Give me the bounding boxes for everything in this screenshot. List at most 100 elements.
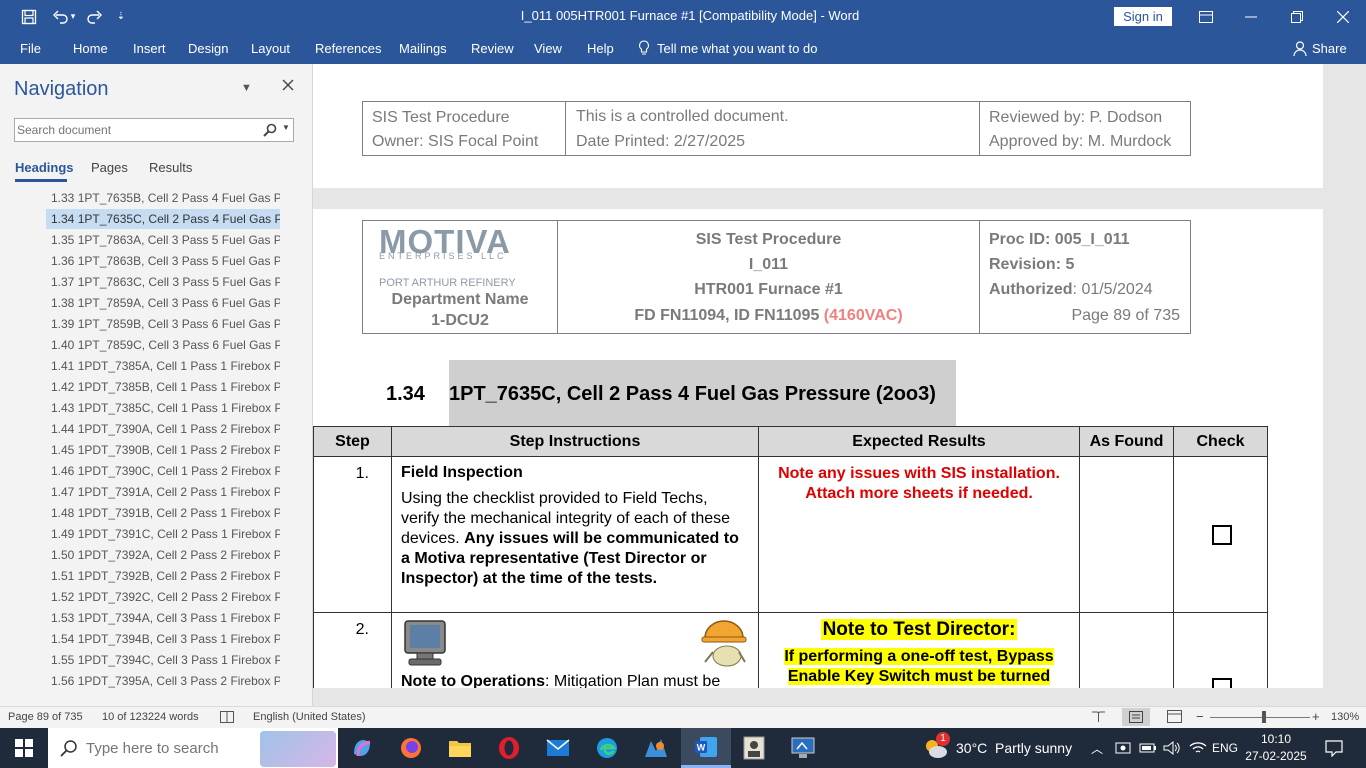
proofing-icon[interactable] bbox=[220, 711, 234, 726]
heading-item[interactable]: 1.35 1PT_7863A, Cell 3 Pass 5 Fuel Gas P… bbox=[46, 230, 280, 250]
search-input[interactable] bbox=[17, 121, 257, 139]
heading-item[interactable]: 1.38 1PT_7859A, Cell 3 Pass 6 Fuel Gas P… bbox=[46, 293, 280, 313]
heading-item[interactable]: 1.55 1PDT_7394C, Cell 3 Pass 1 Firebox P… bbox=[46, 650, 280, 670]
ribbon-display-icon[interactable] bbox=[1184, 0, 1228, 33]
tell-me-box[interactable]: Tell me what you want to do bbox=[657, 33, 817, 64]
search-icon[interactable] bbox=[263, 123, 277, 142]
web-layout-icon[interactable] bbox=[1167, 710, 1182, 726]
clock-date[interactable]: 27-02-2025 bbox=[1240, 749, 1312, 763]
tab-headings[interactable]: Headings bbox=[15, 160, 74, 175]
close-button[interactable] bbox=[1320, 0, 1366, 33]
heading-item[interactable]: 1.42 1PDT_7385B, Cell 1 Pass 1 Firebox P… bbox=[46, 377, 280, 397]
status-words[interactable]: 10 of 123224 words bbox=[102, 711, 199, 723]
heading-item[interactable]: 1.50 1PDT_7392A, Cell 2 Pass 2 Firebox P… bbox=[46, 545, 280, 565]
opera-icon[interactable] bbox=[485, 728, 533, 768]
heading-item[interactable]: 1.49 1PDT_7391C, Cell 2 Pass 1 Firebox P… bbox=[46, 524, 280, 544]
redo-icon[interactable] bbox=[80, 0, 108, 33]
heading-item[interactable]: 1.51 1PDT_7392B, Cell 2 Pass 2 Firebox P… bbox=[46, 566, 280, 586]
mail-icon[interactable] bbox=[534, 728, 582, 768]
search-dropdown-icon[interactable]: ▼ bbox=[282, 123, 290, 132]
heading-item[interactable]: 1.52 1PDT_7392C, Cell 2 Pass 2 Firebox P… bbox=[46, 587, 280, 607]
word-taskbar-icon[interactable]: W bbox=[681, 728, 731, 768]
row1-as-found-cell[interactable] bbox=[1079, 456, 1174, 613]
row1-checkbox[interactable] bbox=[1212, 525, 1232, 545]
tab-view[interactable]: View bbox=[534, 33, 562, 64]
heading-item[interactable]: 1.46 1PDT_7390C, Cell 1 Pass 2 Firebox P… bbox=[46, 461, 280, 481]
heading-item[interactable]: 1.33 1PT_7635B, Cell 2 Pass 4 Fuel Gas P… bbox=[46, 188, 280, 208]
tab-layout[interactable]: Layout bbox=[251, 33, 290, 64]
tray-app-icon[interactable] bbox=[1115, 740, 1131, 761]
status-page[interactable]: Page 89 of 735 bbox=[8, 711, 83, 723]
pane-options-icon[interactable]: ▼ bbox=[241, 82, 252, 94]
document-canvas: SIS Test Procedure Owner: SIS Focal Poin… bbox=[313, 64, 1366, 688]
wifi-icon[interactable] bbox=[1189, 740, 1207, 761]
remote-desktop-icon[interactable] bbox=[779, 728, 827, 768]
heading-item[interactable]: 1.47 1PDT_7391A, Cell 2 Pass 1 Firebox P… bbox=[46, 482, 280, 502]
tab-design[interactable]: Design bbox=[188, 33, 228, 64]
heading-item[interactable]: 1.37 1PT_7863C, Cell 3 Pass 5 Fuel Gas P… bbox=[46, 272, 280, 292]
header-proc-cell: Proc ID: 005_I_011 Revision: 5 Authorize… bbox=[979, 220, 1191, 334]
file-explorer-icon[interactable] bbox=[436, 728, 484, 768]
zoom-slider-thumb[interactable] bbox=[1261, 711, 1266, 723]
notifications-icon[interactable] bbox=[1325, 739, 1343, 762]
tab-insert[interactable]: Insert bbox=[133, 33, 166, 64]
horizontal-scrollbar[interactable] bbox=[313, 688, 1366, 706]
volume-icon[interactable] bbox=[1163, 740, 1181, 761]
heading-item[interactable]: 1.48 1PDT_7391B, Cell 2 Pass 1 Firebox P… bbox=[46, 503, 280, 523]
app-icon[interactable] bbox=[632, 728, 680, 768]
heading-item[interactable]: 1.43 1PDT_7385C, Cell 1 Pass 1 Firebox P… bbox=[46, 398, 280, 418]
heading-item[interactable]: 1.39 1PT_7859B, Cell 3 Pass 6 Fuel Gas P… bbox=[46, 314, 280, 334]
heading-item[interactable]: 1.56 1PDT_7395A, Cell 3 Pass 2 Firebox P… bbox=[46, 671, 280, 691]
heading-item[interactable]: 1.41 1PDT_7385A, Cell 1 Pass 1 Firebox P… bbox=[46, 356, 280, 376]
edge-icon[interactable] bbox=[583, 728, 631, 768]
tab-references[interactable]: References bbox=[315, 33, 381, 64]
customize-toolbar-icon[interactable]: ⇣ bbox=[112, 0, 130, 33]
section-title[interactable]: 1PT_7635C, Cell 2 Pass 4 Fuel Gas Pressu… bbox=[449, 383, 936, 406]
heading-item[interactable]: 1.45 1PDT_7390B, Cell 1 Pass 2 Firebox P… bbox=[46, 440, 280, 460]
sign-in-button[interactable]: Sign in bbox=[1114, 7, 1172, 26]
taskbar-search[interactable] bbox=[48, 728, 338, 768]
save-icon[interactable] bbox=[14, 0, 44, 33]
tab-home[interactable]: Home bbox=[73, 33, 108, 64]
tab-review[interactable]: Review bbox=[471, 33, 514, 64]
battery-icon[interactable] bbox=[1139, 740, 1157, 761]
zoom-out-button[interactable]: − bbox=[1196, 709, 1204, 724]
tab-file[interactable]: File bbox=[20, 33, 41, 64]
input-language[interactable]: ENG bbox=[1212, 741, 1238, 755]
windows-start-icon[interactable] bbox=[0, 728, 48, 768]
heading-item[interactable]: 1.44 1PDT_7390A, Cell 1 Pass 2 Firebox P… bbox=[46, 419, 280, 439]
minimize-button[interactable] bbox=[1228, 0, 1274, 33]
vertical-scrollbar[interactable] bbox=[1352, 64, 1366, 688]
heading-item[interactable]: 1.54 1PDT_7394B, Cell 3 Pass 1 Firebox P… bbox=[46, 629, 280, 649]
chevron-up-icon[interactable]: ︿ bbox=[1091, 740, 1103, 757]
document-viewer-icon[interactable] bbox=[730, 728, 778, 768]
tab-pages[interactable]: Pages bbox=[91, 160, 128, 175]
tab-help[interactable]: Help bbox=[587, 33, 614, 64]
svg-text:W: W bbox=[697, 742, 706, 752]
heading-item[interactable]: 1.36 1PT_7863B, Cell 3 Pass 5 Fuel Gas P… bbox=[46, 251, 280, 271]
weather-text[interactable]: 30°C Partly sunny bbox=[956, 740, 1072, 756]
tab-mailings[interactable]: Mailings bbox=[399, 33, 447, 64]
zoom-in-button[interactable]: + bbox=[1312, 709, 1320, 724]
row1-step-number: 1. bbox=[355, 465, 369, 482]
close-icon[interactable] bbox=[282, 78, 294, 96]
zoom-level[interactable]: 130% bbox=[1331, 711, 1359, 723]
heading-item[interactable]: 1.34 1PT_7635C, Cell 2 Pass 4 Fuel Gas P… bbox=[46, 209, 280, 229]
heading-item[interactable]: 1.53 1PDT_7394A, Cell 3 Pass 1 Firebox P… bbox=[46, 608, 280, 628]
row2-checkbox[interactable] bbox=[1212, 678, 1232, 688]
tab-results[interactable]: Results bbox=[149, 160, 192, 175]
restore-button[interactable] bbox=[1274, 0, 1320, 33]
share-button[interactable]: Share bbox=[1312, 33, 1347, 64]
heading-item[interactable]: 1.40 1PT_7859C, Cell 3 Pass 6 Fuel Gas P… bbox=[46, 335, 280, 355]
undo-dropdown-icon[interactable]: ▾ bbox=[68, 0, 78, 33]
clock-time[interactable]: 10:10 bbox=[1246, 732, 1306, 746]
firefox-icon[interactable] bbox=[387, 728, 435, 768]
ribbon-tabs: File Home Insert Design Layout Reference… bbox=[0, 33, 1366, 64]
status-language[interactable]: English (United States) bbox=[253, 711, 366, 723]
copilot-icon[interactable] bbox=[338, 728, 386, 768]
zoom-slider-track[interactable] bbox=[1210, 717, 1310, 718]
print-layout-icon[interactable] bbox=[1122, 708, 1150, 726]
read-mode-icon[interactable] bbox=[1091, 710, 1106, 726]
taskbar-search-input[interactable] bbox=[86, 738, 256, 758]
row2-as-found-cell[interactable] bbox=[1079, 612, 1174, 688]
